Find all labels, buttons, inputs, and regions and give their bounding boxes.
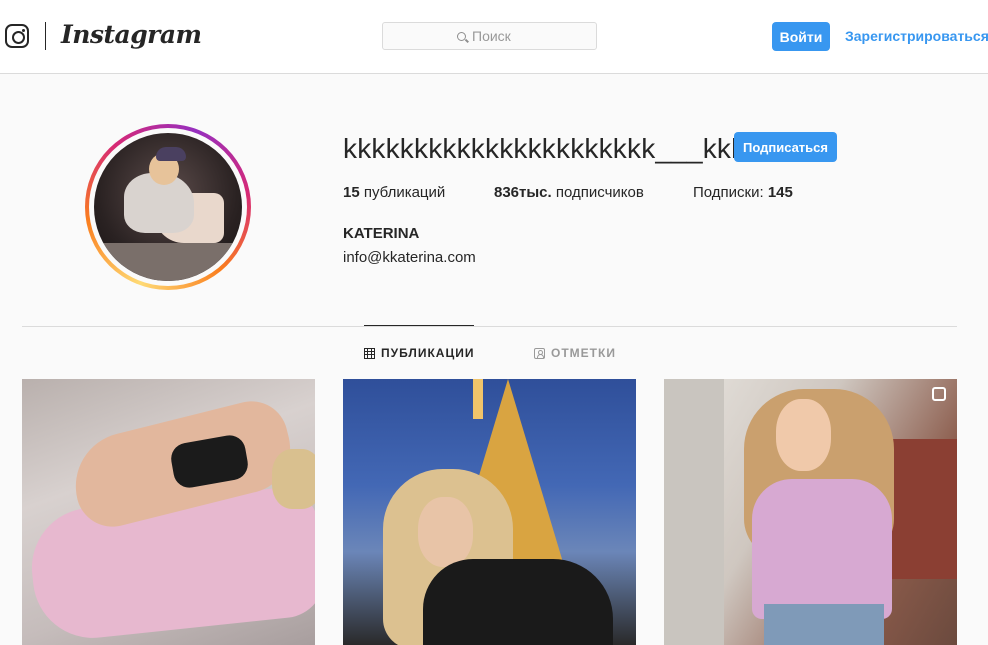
- tag-icon: [534, 347, 545, 359]
- profile-bio: info@kkaterina.com: [343, 249, 476, 266]
- instagram-wordmark[interactable]: Instagram: [61, 20, 202, 49]
- posts-stat: 15 публикаций: [343, 184, 445, 201]
- posts-count: 15: [343, 184, 360, 201]
- grid-icon: [364, 347, 375, 359]
- follow-button[interactable]: Подписаться: [734, 132, 837, 162]
- search-box[interactable]: [382, 22, 597, 50]
- following-label: Подписки:: [693, 184, 768, 201]
- tab-posts-label: ПУБЛИКАЦИИ: [381, 346, 475, 360]
- profile-full-name: KATERINA: [343, 225, 420, 242]
- tabs-divider: [22, 326, 957, 327]
- posts-label: публикаций: [359, 184, 446, 201]
- following-stat[interactable]: Подписки: 145: [693, 184, 793, 201]
- multi-photo-icon: [932, 387, 946, 401]
- followers-count: 836тыс.: [494, 184, 552, 201]
- profile-username: kkkkkkkkkkkkkkkkkkkkkk___kkkk: [343, 133, 760, 164]
- logo-divider: [45, 22, 46, 50]
- followers-stat[interactable]: 836тыс. подписчиков: [494, 184, 644, 201]
- tab-tagged-label: ОТМЕТКИ: [551, 346, 616, 360]
- instagram-camera-icon[interactable]: [5, 24, 29, 48]
- post-thumbnail[interactable]: [22, 379, 315, 645]
- post-thumbnail[interactable]: [664, 379, 957, 645]
- login-button[interactable]: Войти: [772, 22, 830, 51]
- tab-posts[interactable]: ПУБЛИКАЦИИ: [364, 346, 474, 360]
- tab-tagged[interactable]: ОТМЕТКИ: [534, 346, 616, 360]
- story-ring[interactable]: [85, 124, 251, 290]
- signup-link[interactable]: Зарегистрироваться: [845, 28, 988, 44]
- post-thumbnail[interactable]: [343, 379, 636, 645]
- search-icon: [457, 31, 466, 41]
- followers-label: подписчиков: [551, 184, 644, 201]
- avatar[interactable]: [94, 133, 242, 281]
- active-tab-indicator: [364, 325, 474, 326]
- following-count: 145: [767, 184, 793, 201]
- top-nav: Instagram Войти Зарегистрироваться: [0, 0, 988, 74]
- search-input[interactable]: [472, 28, 522, 44]
